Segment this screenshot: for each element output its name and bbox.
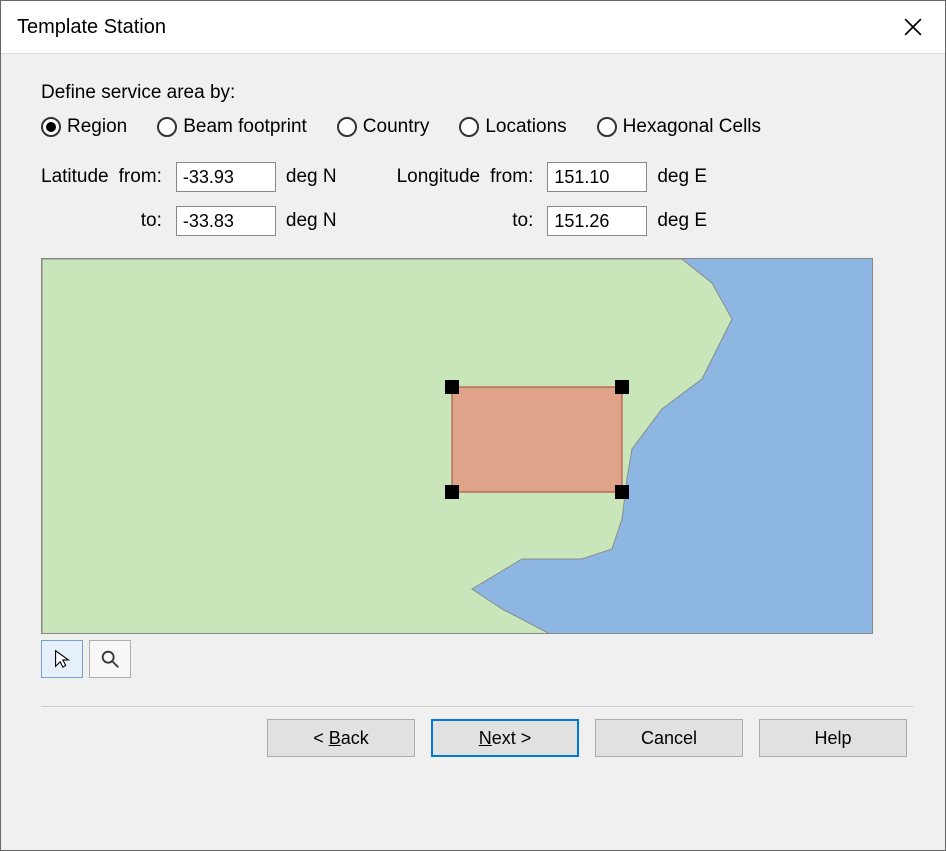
divider [41, 706, 913, 707]
cancel-button[interactable]: Cancel [595, 719, 743, 757]
unit-label: deg E [657, 166, 707, 188]
radio-group-service-area: Region Beam footprint Country Locations … [41, 116, 913, 138]
latitude-label: Latitude [41, 166, 109, 188]
radio-label: Region [67, 116, 127, 138]
radio-icon [597, 117, 617, 137]
radio-icon [337, 117, 357, 137]
coordinates-panel: Latitude from: deg N to: deg N Longitude… [41, 162, 913, 236]
latitude-group: Latitude from: deg N to: deg N [41, 162, 337, 236]
selection-rect[interactable] [452, 387, 622, 492]
longitude-group: Longitude from: deg E to: deg E [397, 162, 707, 236]
radio-hex-cells[interactable]: Hexagonal Cells [597, 116, 761, 138]
lon-to-input[interactable] [547, 206, 647, 236]
to-label: to: [490, 210, 537, 232]
wizard-buttons: < Back Next > Cancel Help [41, 719, 913, 767]
unit-label: deg N [286, 210, 337, 232]
help-button[interactable]: Help [759, 719, 907, 757]
template-station-dialog: Template Station Define service area by:… [0, 0, 946, 851]
lon-from-input[interactable] [547, 162, 647, 192]
to-label: to: [119, 210, 166, 232]
resize-handle-ne[interactable] [615, 380, 629, 394]
pointer-tool-button[interactable] [41, 640, 83, 678]
pointer-icon [51, 648, 73, 670]
radio-label: Beam footprint [183, 116, 307, 138]
radio-beam-footprint[interactable]: Beam footprint [157, 116, 307, 138]
resize-handle-sw[interactable] [445, 485, 459, 499]
radio-icon [41, 117, 61, 137]
radio-icon [459, 117, 479, 137]
map-toolbar [41, 640, 913, 678]
unit-label: deg N [286, 166, 337, 188]
radio-region[interactable]: Region [41, 116, 127, 138]
unit-label: deg E [657, 210, 707, 232]
map-preview[interactable] [41, 258, 873, 634]
section-heading: Define service area by: [41, 82, 913, 104]
resize-handle-se[interactable] [615, 485, 629, 499]
radio-locations[interactable]: Locations [459, 116, 566, 138]
radio-country[interactable]: Country [337, 116, 430, 138]
radio-label: Country [363, 116, 430, 138]
back-button[interactable]: < Back [267, 719, 415, 757]
resize-handle-nw[interactable] [445, 380, 459, 394]
close-icon [904, 18, 922, 36]
map-canvas [42, 259, 873, 634]
close-button[interactable] [893, 9, 933, 45]
lat-from-input[interactable] [176, 162, 276, 192]
from-label: from: [119, 166, 166, 188]
next-button[interactable]: Next > [431, 719, 579, 757]
dialog-title: Template Station [17, 16, 166, 39]
from-label: from: [490, 166, 537, 188]
zoom-tool-button[interactable] [89, 640, 131, 678]
radio-label: Locations [485, 116, 566, 138]
titlebar: Template Station [1, 1, 945, 54]
radio-label: Hexagonal Cells [623, 116, 761, 138]
radio-icon [157, 117, 177, 137]
lat-to-input[interactable] [176, 206, 276, 236]
dialog-content: Define service area by: Region Beam foot… [1, 54, 945, 850]
longitude-label: Longitude [397, 166, 480, 188]
magnifier-icon [99, 648, 121, 670]
